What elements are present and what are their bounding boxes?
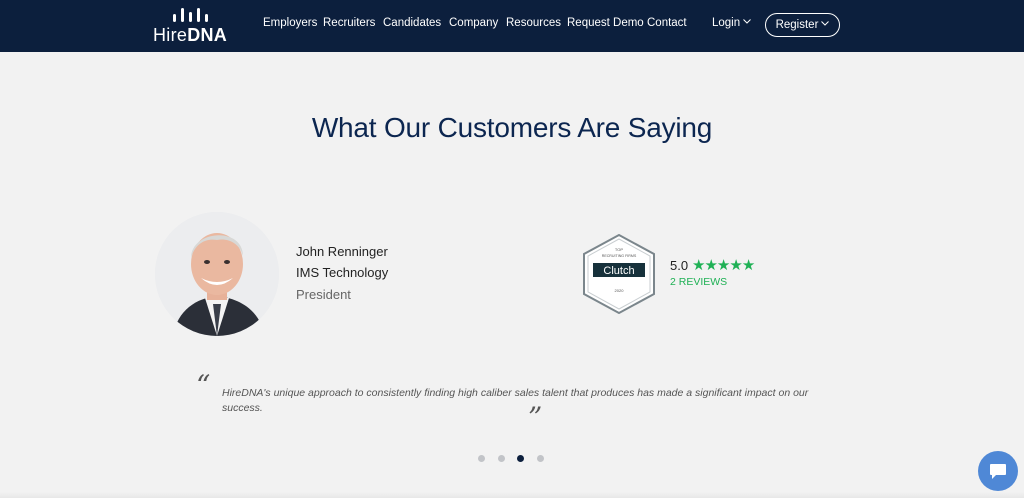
star-icon: ★	[692, 257, 705, 274]
carousel-dot-2[interactable]	[498, 455, 505, 462]
open-quote-icon: “	[196, 369, 211, 402]
star-icon: ★	[729, 257, 742, 274]
register-label: Register	[775, 19, 819, 31]
customer-name: John Renninger	[296, 244, 388, 259]
hiredna-logo[interactable]: HireDNA	[153, 6, 233, 46]
reviews-link[interactable]: 2 REVIEWS	[670, 276, 727, 288]
badge-subtitle: RECRUITING FIRMS	[602, 254, 637, 258]
top-navbar: HireDNA Employers Recruiters Candidates …	[0, 0, 1024, 52]
carousel-dot-4[interactable]	[537, 455, 544, 462]
nav-resources[interactable]: Resources	[506, 17, 561, 29]
logo-text: HireDNA	[153, 25, 228, 45]
section-bottom-shadow	[0, 492, 1024, 498]
carousel-dot-3[interactable]	[517, 455, 524, 462]
nav-employers[interactable]: Employers	[263, 17, 317, 29]
carousel-dot-1[interactable]	[478, 455, 485, 462]
nav-request-demo[interactable]: Request Demo	[567, 17, 644, 29]
nav-recruiters[interactable]: Recruiters	[323, 17, 375, 29]
nav-candidates[interactable]: Candidates	[383, 17, 441, 29]
login-link[interactable]: Login	[712, 17, 751, 29]
star-icon: ★	[716, 257, 730, 274]
badge-top-label: TOP	[615, 247, 623, 252]
section-title: What Our Customers Are Saying	[311, 112, 713, 143]
testimonial-quote: HireDNA's unique approach to consistentl…	[222, 387, 809, 414]
login-label: Login	[712, 17, 741, 29]
star-icon: ★	[704, 257, 717, 274]
nav-contact[interactable]: Contact	[647, 17, 687, 29]
nav-company[interactable]: Company	[449, 17, 498, 29]
close-quote-icon: ”	[528, 401, 543, 434]
register-button[interactable]: Register	[765, 13, 840, 37]
chat-bubble-icon	[990, 464, 1006, 479]
logo-bars-icon	[171, 8, 215, 22]
customer-company: IMS Technology	[296, 265, 389, 280]
rating-score: 5.0	[670, 258, 689, 273]
customer-role: President	[296, 287, 351, 302]
star-rating: ★★★★★	[692, 256, 755, 274]
chevron-down-icon	[821, 21, 830, 26]
chat-button[interactable]	[978, 451, 1018, 491]
chevron-down-icon	[743, 19, 751, 24]
badge-clutch-name: Clutch	[603, 265, 634, 277]
badge-year: 2020	[615, 288, 625, 293]
clutch-badge[interactable]: TOP RECRUITING FIRMS Clutch 2020	[582, 234, 656, 314]
star-icon: ★	[741, 257, 755, 274]
customer-avatar	[155, 212, 279, 336]
